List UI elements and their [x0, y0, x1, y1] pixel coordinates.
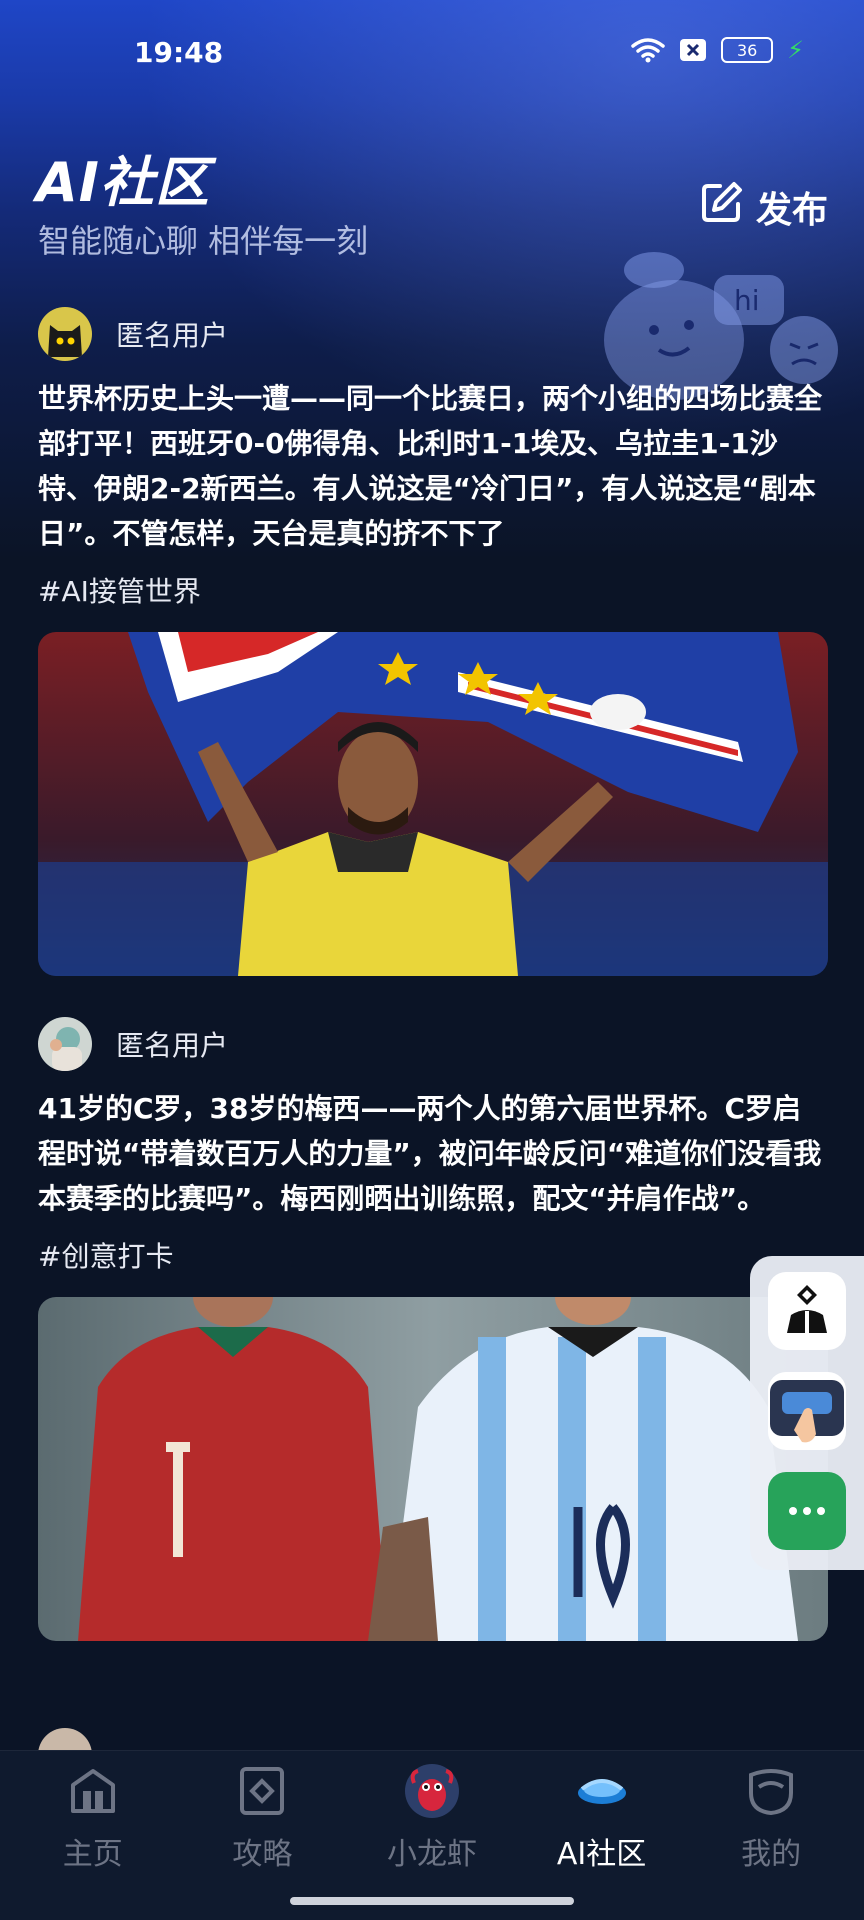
community-icon [574, 1763, 630, 1819]
publish-label: 发布 [755, 189, 828, 231]
tap-keyboard-icon [768, 1370, 846, 1452]
post-text: 41岁的C罗，38岁的梅西——两个人的第六届世界杯。C罗启程时说“带着数百万人的… [38, 1092, 822, 1215]
nav-lobster[interactable]: 小龙虾 [352, 1751, 512, 1873]
tap-keyboard-button[interactable] [768, 1372, 846, 1450]
author-name: 匿名用户 [116, 319, 229, 352]
home-indicator[interactable] [290, 1897, 574, 1905]
nav-profile-label: 我的 [741, 1837, 802, 1872]
avatar[interactable] [38, 307, 92, 361]
bottom-navigation: 主页 攻略 小龙虾 AI社区 我的 [0, 1750, 864, 1920]
guide-icon [234, 1763, 290, 1819]
nav-guide-label: 攻略 [232, 1837, 293, 1872]
nav-home[interactable]: 主页 [13, 1751, 173, 1873]
post-image[interactable] [38, 632, 828, 976]
post-author[interactable]: 匿名用户 [38, 306, 828, 362]
post-author[interactable]: 匿名用户 [38, 1016, 828, 1072]
ai-character-button[interactable] [768, 1272, 846, 1350]
battery-icon: 36 [721, 37, 774, 63]
nav-home-label: 主页 [62, 1837, 123, 1872]
post-card[interactable]: 匿名用户 41岁的C罗，38岁的梅西——两个人的第六届世界杯。C罗启程时说“带着… [38, 1016, 828, 1641]
edit-icon [700, 180, 744, 233]
publish-button[interactable]: 发布 [700, 180, 828, 233]
nav-guide[interactable]: 攻略 [182, 1751, 342, 1873]
post-text: 世界杯历史上头一遭——同一个比赛日，两个小组的四场比赛全部打平！西班牙0-0佛得… [38, 382, 823, 550]
charging-icon: ⚡ [787, 36, 804, 64]
nav-lobster-label: 小龙虾 [386, 1837, 477, 1872]
page-title: AI社区 [36, 151, 210, 214]
author-name: 匿名用户 [116, 1029, 229, 1062]
lobster-icon [404, 1763, 460, 1819]
post-card[interactable]: 匿名用户 世界杯历史上头一遭——同一个比赛日，两个小组的四场比赛全部打平！西班牙… [38, 306, 828, 976]
status-bar: 19:48 36 ⚡ [0, 0, 864, 110]
post-tag[interactable]: #AI接管世界 [38, 570, 828, 610]
floating-toolbar [750, 1256, 864, 1570]
status-time: 19:48 [134, 36, 224, 69]
nav-community-label: AI社区 [556, 1837, 647, 1872]
more-chat-icon [787, 1502, 827, 1521]
more-chat-button[interactable] [768, 1472, 846, 1550]
post-image[interactable] [38, 1297, 828, 1641]
nav-profile[interactable]: 我的 [691, 1751, 851, 1873]
ai-character-icon [779, 1281, 835, 1341]
page-subtitle: 智能随心聊 相伴每一刻 [38, 222, 369, 260]
profile-icon [743, 1763, 799, 1819]
status-icons: 36 ⚡ [631, 36, 804, 64]
avatar[interactable] [38, 1017, 92, 1071]
nav-community[interactable]: AI社区 [522, 1751, 682, 1873]
wifi-icon [631, 37, 665, 63]
post-tag[interactable]: #创意打卡 [38, 1235, 828, 1275]
sim-off-icon [679, 38, 707, 62]
home-icon [65, 1763, 121, 1819]
